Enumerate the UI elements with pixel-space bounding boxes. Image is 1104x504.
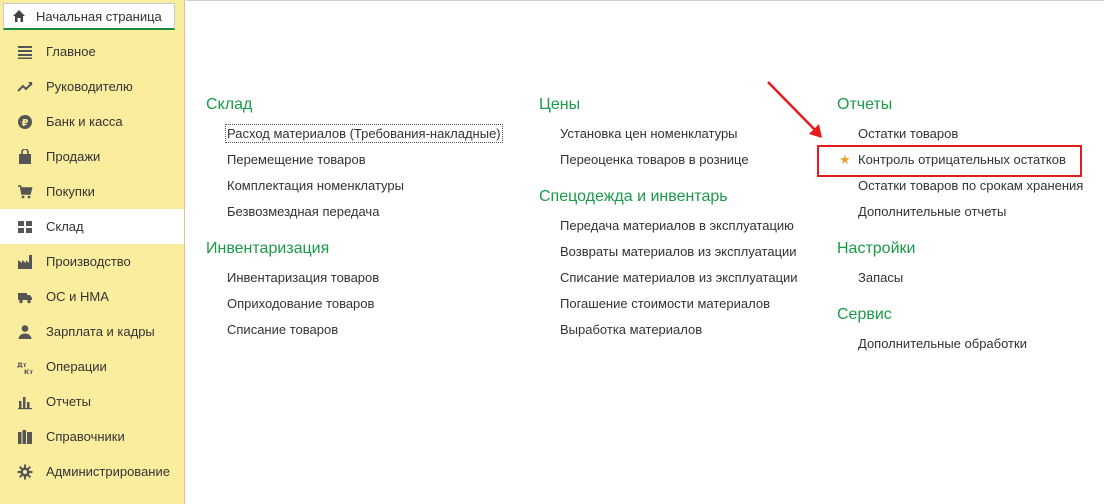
link-dopolnitelnye-obrabotki[interactable]: Дополнительные обработки [837,331,1083,357]
link-peremeshchenie-tovarov[interactable]: Перемещение товаров [206,147,501,173]
section-title-nastrojki[interactable]: Настройки [837,238,1083,260]
menu-lines-icon [17,44,33,60]
sidebar-item-label: Справочники [46,429,125,444]
sidebar-item-label: Операции [46,359,107,374]
link-pogashenie-stoimosti[interactable]: Погашение стоимости материалов [539,291,798,317]
column-1: Склад Расход материалов (Требования-накл… [206,94,503,343]
column-3: Отчеты Остатки товаров ★ Контроль отрицат… [837,94,1083,357]
sidebar-item-zarplata[interactable]: Зарплата и кадры [0,314,184,349]
sidebar-item-prodazhi[interactable]: Продажи [0,139,184,174]
sidebar-item-rukovoditelyu[interactable]: Руководителю [0,69,184,104]
main-content: Склад Расход материалов (Требования-накл… [186,0,1104,504]
link-oprihodovanie-tovarov[interactable]: Оприходование товаров [206,291,501,317]
sidebar-item-label: Отчеты [46,394,91,409]
app-window: Начальная страница Главное Руководителю … [0,0,1104,504]
sidebar-item-pokupki[interactable]: Покупки [0,174,184,209]
link-komplektaciya[interactable]: Комплектация номенклатуры [206,173,501,199]
section-title-inventarizaciya[interactable]: Инвентаризация [206,238,501,260]
svg-text:Кт: Кт [24,368,33,375]
truck-icon [17,289,33,305]
sidebar: Главное Руководителю ₽ Банк и касса Прод… [0,33,185,504]
sidebar-item-os-nma[interactable]: ОС и НМА [0,279,184,314]
tab-home-label: Начальная страница [36,8,162,24]
link-bezvozmezdnaya-peredacha[interactable]: Безвозмездная передача [206,199,501,225]
person-icon [17,324,33,340]
link-ostatki-tovarov[interactable]: Остатки товаров [837,121,1083,147]
sidebar-item-spravochniki[interactable]: Справочники [0,419,184,454]
section-title-servis[interactable]: Сервис [837,304,1083,326]
link-vyrabotka-materialov[interactable]: Выработка материалов [539,317,798,343]
link-rashod-materialov[interactable]: Расход материалов (Требования-накладные) [206,121,503,147]
section-title-sklad[interactable]: Склад [206,94,501,116]
column-2: Цены Установка цен номенклатуры Переоцен… [539,94,798,343]
ruble-coin-icon: ₽ [17,114,33,130]
sidebar-item-label: Администрирование [46,464,170,479]
sidebar-item-label: Покупки [46,184,95,199]
link-dopolnitelnye-otchety[interactable]: Дополнительные отчеты [837,199,1083,225]
section-title-specodezhda[interactable]: Спецодежда и инвентарь [539,186,798,208]
annotation-arrow-icon [767,81,822,138]
annotation-highlight-box [817,145,1082,177]
gear-icon [17,464,33,480]
sidebar-item-operacii[interactable]: Дт Кт Операции [0,349,184,384]
dt-kt-icon: Дт Кт [17,359,33,375]
sidebar-item-label: Производство [46,254,131,269]
sidebar-item-label: Главное [46,44,96,59]
tab-bar: Начальная страница [0,0,185,33]
sidebar-item-label: Продажи [46,149,101,164]
link-zapasy[interactable]: Запасы [837,265,1083,291]
link-pereocenka-tovarov[interactable]: Переоценка товаров в рознице [539,147,798,173]
link-spisanie-tovarov[interactable]: Списание товаров [206,317,501,343]
link-inventarizaciya-tovarov[interactable]: Инвентаризация товаров [206,265,501,291]
sidebar-item-proizvodstvo[interactable]: Производство [0,244,184,279]
sidebar-item-label: Зарплата и кадры [46,324,155,339]
svg-text:₽: ₽ [22,118,29,129]
sidebar-item-sklad[interactable]: Склад [0,209,184,244]
factory-icon [17,254,33,270]
books-icon [17,429,33,445]
trend-up-icon [17,79,33,95]
bar-chart-icon [17,394,33,410]
link-spisanie-materialov[interactable]: Списание материалов из эксплуатации [539,265,798,291]
sidebar-item-bank[interactable]: ₽ Банк и касса [0,104,184,139]
sidebar-item-label: ОС и НМА [46,289,109,304]
link-peredacha-materialov[interactable]: Передача материалов в эксплуатацию [539,213,798,239]
sidebar-item-otchety[interactable]: Отчеты [0,384,184,419]
sidebar-item-administrirovanie[interactable]: Администрирование [0,454,184,489]
shopping-bag-icon [17,148,33,165]
sidebar-item-label: Банк и касса [46,114,123,129]
link-ustanovka-cen[interactable]: Установка цен номенклатуры [539,121,798,147]
section-title-ceny[interactable]: Цены [539,94,798,116]
sidebar-item-label: Руководителю [46,79,133,94]
tab-home[interactable]: Начальная страница [3,3,175,30]
warehouse-grid-icon [17,219,33,235]
home-icon [12,9,26,23]
section-title-otchety[interactable]: Отчеты [837,94,1083,116]
sidebar-item-label: Склад [46,219,84,234]
sidebar-item-glavnoe[interactable]: Главное [0,34,184,69]
cart-icon [17,184,33,200]
link-vozvraty-materialov[interactable]: Возвраты материалов из эксплуатации [539,239,798,265]
